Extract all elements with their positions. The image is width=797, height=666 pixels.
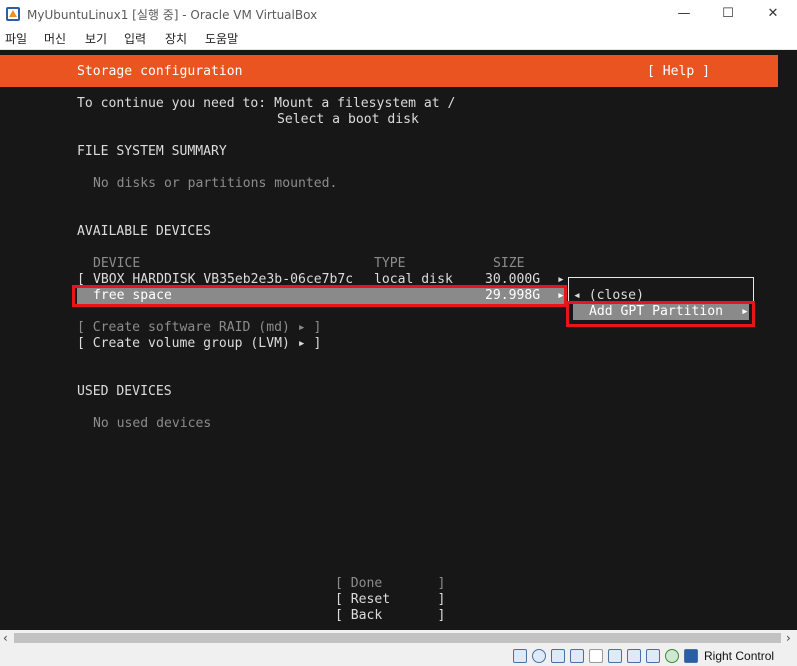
disk-arrow-icon: ▸ (557, 272, 565, 287)
scroll-right-icon[interactable]: › (786, 630, 791, 646)
menubar: 파일 머신 보기 입력 장치 도움말 (0, 28, 797, 50)
menu-devices[interactable]: 장치 (165, 30, 187, 47)
free-space-size: 29.998G (485, 288, 541, 303)
host-key-label: Right Control (704, 649, 775, 663)
col-type: TYPE (374, 256, 406, 271)
virtualbox-app-icon (6, 7, 20, 21)
help-button[interactable]: [ Help ] (647, 64, 710, 80)
audio-icon[interactable] (551, 649, 565, 663)
disk-type: local disk (374, 272, 453, 287)
network-icon[interactable] (570, 649, 584, 663)
popup-add-gpt-partition[interactable]: Add GPT Partition (589, 304, 723, 320)
menu-file[interactable]: 파일 (5, 30, 27, 47)
create-lvm-button[interactable]: [ Create volume group (LVM) ▸ ] (77, 336, 321, 352)
disk-size: 30.000G (485, 272, 541, 287)
free-space-arrow-icon: ▸ (557, 288, 565, 303)
fs-summary-heading: FILE SYSTEM SUMMARY (77, 144, 227, 159)
col-device: DEVICE (93, 256, 141, 271)
available-devices-heading: AVAILABLE DEVICES (77, 224, 212, 239)
window-title: MyUbuntuLinux1 [실행 중] - Oracle VM Virtua… (27, 8, 318, 22)
instructions-line2: Select a boot disk (277, 112, 419, 127)
menu-help[interactable]: 도움말 (205, 30, 238, 47)
used-devices-heading: USED DEVICES (77, 384, 172, 399)
horizontal-scrollbar[interactable]: ‹ › (0, 630, 797, 646)
fs-summary-empty: No disks or partitions mounted. (93, 176, 338, 191)
popup-add-arrow-icon: ▸ (741, 304, 749, 319)
menu-input[interactable]: 입력 (124, 30, 146, 47)
cpu-icon[interactable] (665, 649, 679, 663)
popup-close-item[interactable]: ◂ (close) (573, 288, 644, 304)
close-button[interactable]: ✕ (751, 2, 795, 26)
free-space-label: free space (93, 288, 172, 303)
video-capture-icon[interactable] (646, 649, 660, 663)
disk-row-bracket: [ (77, 272, 85, 287)
done-button[interactable]: [ Done ] (335, 576, 445, 592)
col-size: SIZE (493, 256, 525, 271)
hard-disk-icon[interactable] (513, 649, 527, 663)
scrollbar-thumb[interactable] (14, 633, 781, 643)
menu-view[interactable]: 보기 (85, 30, 107, 47)
window-titlebar: MyUbuntuLinux1 [실행 중] - Oracle VM Virtua… (0, 0, 797, 28)
minimize-button[interactable]: — (662, 2, 706, 26)
reset-button[interactable]: [ Reset ] (335, 592, 445, 608)
display-icon[interactable] (627, 649, 641, 663)
scroll-left-icon[interactable]: ‹ (3, 630, 8, 646)
shared-folders-icon[interactable] (608, 649, 622, 663)
optical-drive-icon[interactable] (532, 649, 546, 663)
page-title: Storage configuration (77, 64, 243, 79)
used-devices-empty: No used devices (93, 416, 212, 431)
disk-name[interactable]: VBOX_HARDDISK_VB35eb2e3b-06ce7b7c (93, 272, 353, 288)
statusbar: Right Control (0, 646, 797, 666)
mouse-integration-icon[interactable] (684, 649, 698, 663)
vm-console[interactable]: Storage configuration [ Help ] To contin… (0, 50, 797, 630)
menu-machine[interactable]: 머신 (44, 30, 66, 47)
instructions-line1: To continue you need to: Mount a filesys… (77, 96, 456, 111)
back-button[interactable]: [ Back ] (335, 608, 445, 624)
create-raid-button[interactable]: [ Create software RAID (md) ▸ ] (77, 320, 321, 336)
maximize-button[interactable]: ☐ (706, 2, 750, 26)
usb-icon[interactable] (589, 649, 603, 663)
